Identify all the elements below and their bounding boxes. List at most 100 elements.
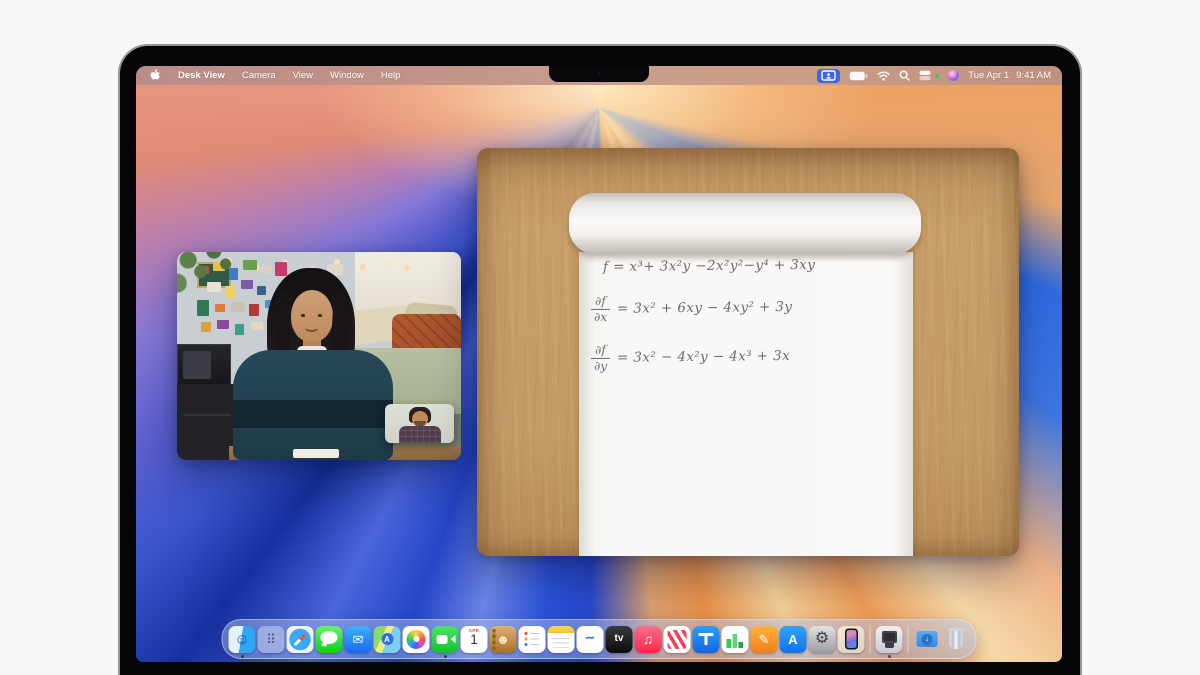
menu-help[interactable]: Help xyxy=(381,70,401,81)
search-icon[interactable] xyxy=(899,70,910,81)
self-view-pip[interactable] xyxy=(385,404,454,443)
display-notch xyxy=(549,66,649,82)
menu-items: Desk View Camera View Window Help xyxy=(178,70,400,81)
facetime-icon xyxy=(432,626,459,653)
apple-logo-icon[interactable] xyxy=(150,69,161,82)
launchpad-icon: ⠿ xyxy=(258,626,285,653)
dock: ☺⠿ ✉ APR1☻ ~tv♫ ✎A⚙ ↓ xyxy=(222,619,977,659)
fraction-df-dx: ∂f ∂x xyxy=(591,295,610,323)
keynote-icon xyxy=(693,626,720,653)
screen: Desk View Camera View Window Help Tue Apr 1 … xyxy=(136,66,1062,662)
dock-item-news[interactable] xyxy=(664,619,691,659)
messages-icon xyxy=(316,626,343,653)
equation-df-dx: ∂f ∂x = 3x² + 6xy − 4xy² + 3y xyxy=(591,293,793,323)
dock-item-deskview[interactable] xyxy=(876,619,903,659)
microwave xyxy=(177,344,231,386)
contacts-icon: ☻ xyxy=(490,626,517,653)
settings-icon: ⚙ xyxy=(809,626,836,653)
dock-separator xyxy=(870,625,871,653)
menu-view[interactable]: View xyxy=(293,70,313,81)
calendar-icon: APR1 xyxy=(461,626,488,653)
deskview-icon xyxy=(876,626,903,653)
finder-icon: ☺ xyxy=(229,626,256,653)
dock-item-calendar[interactable]: APR1 xyxy=(461,619,488,659)
desk-view-status-icon[interactable] xyxy=(817,69,840,83)
mini-fridge xyxy=(177,384,237,460)
control-center-icon[interactable] xyxy=(919,70,931,81)
dock-item-trash[interactable] xyxy=(943,619,970,659)
dock-item-finder[interactable]: ☺ xyxy=(229,619,256,659)
pinned-photo xyxy=(217,320,229,329)
music-icon: ♫ xyxy=(635,626,662,653)
dock-item-messages[interactable] xyxy=(316,619,343,659)
stage: Desk View Camera View Window Help Tue Apr 1 … xyxy=(0,0,1200,675)
dock-item-iphone-mirroring[interactable] xyxy=(838,619,865,659)
dock-item-notes[interactable] xyxy=(548,619,575,659)
caller-face xyxy=(291,290,333,342)
desk-paper xyxy=(293,449,339,458)
menubar-date: Tue Apr 1 xyxy=(968,70,1009,81)
equation-df-dy: ∂f ∂y = 3x² − 4x²y − 4x³ + 3x xyxy=(591,342,790,372)
maps-icon xyxy=(374,626,401,653)
menubar-time: 9:41 AM xyxy=(1016,70,1051,81)
numbers-icon xyxy=(722,626,749,653)
notepad-curl xyxy=(569,193,921,254)
dock-item-music[interactable]: ♫ xyxy=(635,619,662,659)
dock-item-photos[interactable] xyxy=(403,619,430,659)
equation-f: f = x³+ 3x²y −2x²y²−y⁴ + 3xy xyxy=(603,257,815,275)
camera-in-use-indicator xyxy=(935,74,939,78)
dock-separator xyxy=(908,625,909,653)
wifi-icon[interactable] xyxy=(877,71,890,81)
dock-item-facetime[interactable] xyxy=(432,619,459,659)
pinned-photo xyxy=(251,322,263,330)
fraction-df-dy: ∂f ∂y xyxy=(591,344,610,372)
news-icon xyxy=(664,626,691,653)
pinned-photo xyxy=(249,304,259,316)
desk-view-window[interactable]: f = x³+ 3x²y −2x²y²−y⁴ + 3xy ∂f ∂x = 3x²… xyxy=(477,148,1019,556)
dock-item-settings[interactable]: ⚙ xyxy=(809,619,836,659)
pinned-photo xyxy=(261,266,271,274)
menu-camera[interactable]: Camera xyxy=(242,70,276,81)
menu-desk-view[interactable]: Desk View xyxy=(178,70,225,81)
siri-icon[interactable] xyxy=(948,70,959,81)
appstore-icon: A xyxy=(780,626,807,653)
pinned-photo xyxy=(235,324,244,335)
photos-icon xyxy=(403,626,430,653)
safari-icon xyxy=(287,626,314,653)
self-shirt xyxy=(399,426,441,443)
dock-item-launchpad[interactable]: ⠿ xyxy=(258,619,285,659)
iphone-mirroring-icon xyxy=(838,626,865,653)
hanging-plant xyxy=(177,252,249,310)
camera-dot xyxy=(598,72,601,75)
freeform-icon: ~ xyxy=(577,626,604,653)
dock-item-contacts[interactable]: ☻ xyxy=(490,619,517,659)
dock-item-reminders[interactable] xyxy=(519,619,546,659)
dock-item-pages[interactable]: ✎ xyxy=(751,619,778,659)
dock-item-numbers[interactable] xyxy=(722,619,749,659)
downloads-icon: ↓ xyxy=(914,626,941,653)
mail-icon: ✉ xyxy=(345,626,372,653)
facetime-window[interactable] xyxy=(177,252,461,460)
dock-item-safari[interactable] xyxy=(287,619,314,659)
dock-item-appstore[interactable]: A xyxy=(780,619,807,659)
pinned-photo xyxy=(201,322,211,332)
macbook-frame: Desk View Camera View Window Help Tue Apr 1 … xyxy=(118,44,1082,675)
pinned-photo xyxy=(257,286,266,295)
caller-sweater xyxy=(233,350,393,460)
dock-item-appletv[interactable]: tv xyxy=(606,619,633,659)
dock-item-mail[interactable]: ✉ xyxy=(345,619,372,659)
dock-item-maps[interactable] xyxy=(374,619,401,659)
pinned-photo xyxy=(275,262,287,276)
dock-item-downloads[interactable]: ↓ xyxy=(914,619,941,659)
appletv-icon: tv xyxy=(606,626,633,653)
dock-item-freeform[interactable]: ~ xyxy=(577,619,604,659)
reminders-icon xyxy=(519,626,546,653)
menu-window[interactable]: Window xyxy=(330,70,364,81)
dock-item-keynote[interactable] xyxy=(693,619,720,659)
menubar-clock[interactable]: Tue Apr 1 9:41 AM xyxy=(968,70,1051,81)
pages-icon: ✎ xyxy=(751,626,778,653)
battery-icon[interactable] xyxy=(849,71,868,81)
notes-icon xyxy=(548,626,575,653)
trash-icon xyxy=(943,626,970,653)
self-face xyxy=(412,411,428,427)
